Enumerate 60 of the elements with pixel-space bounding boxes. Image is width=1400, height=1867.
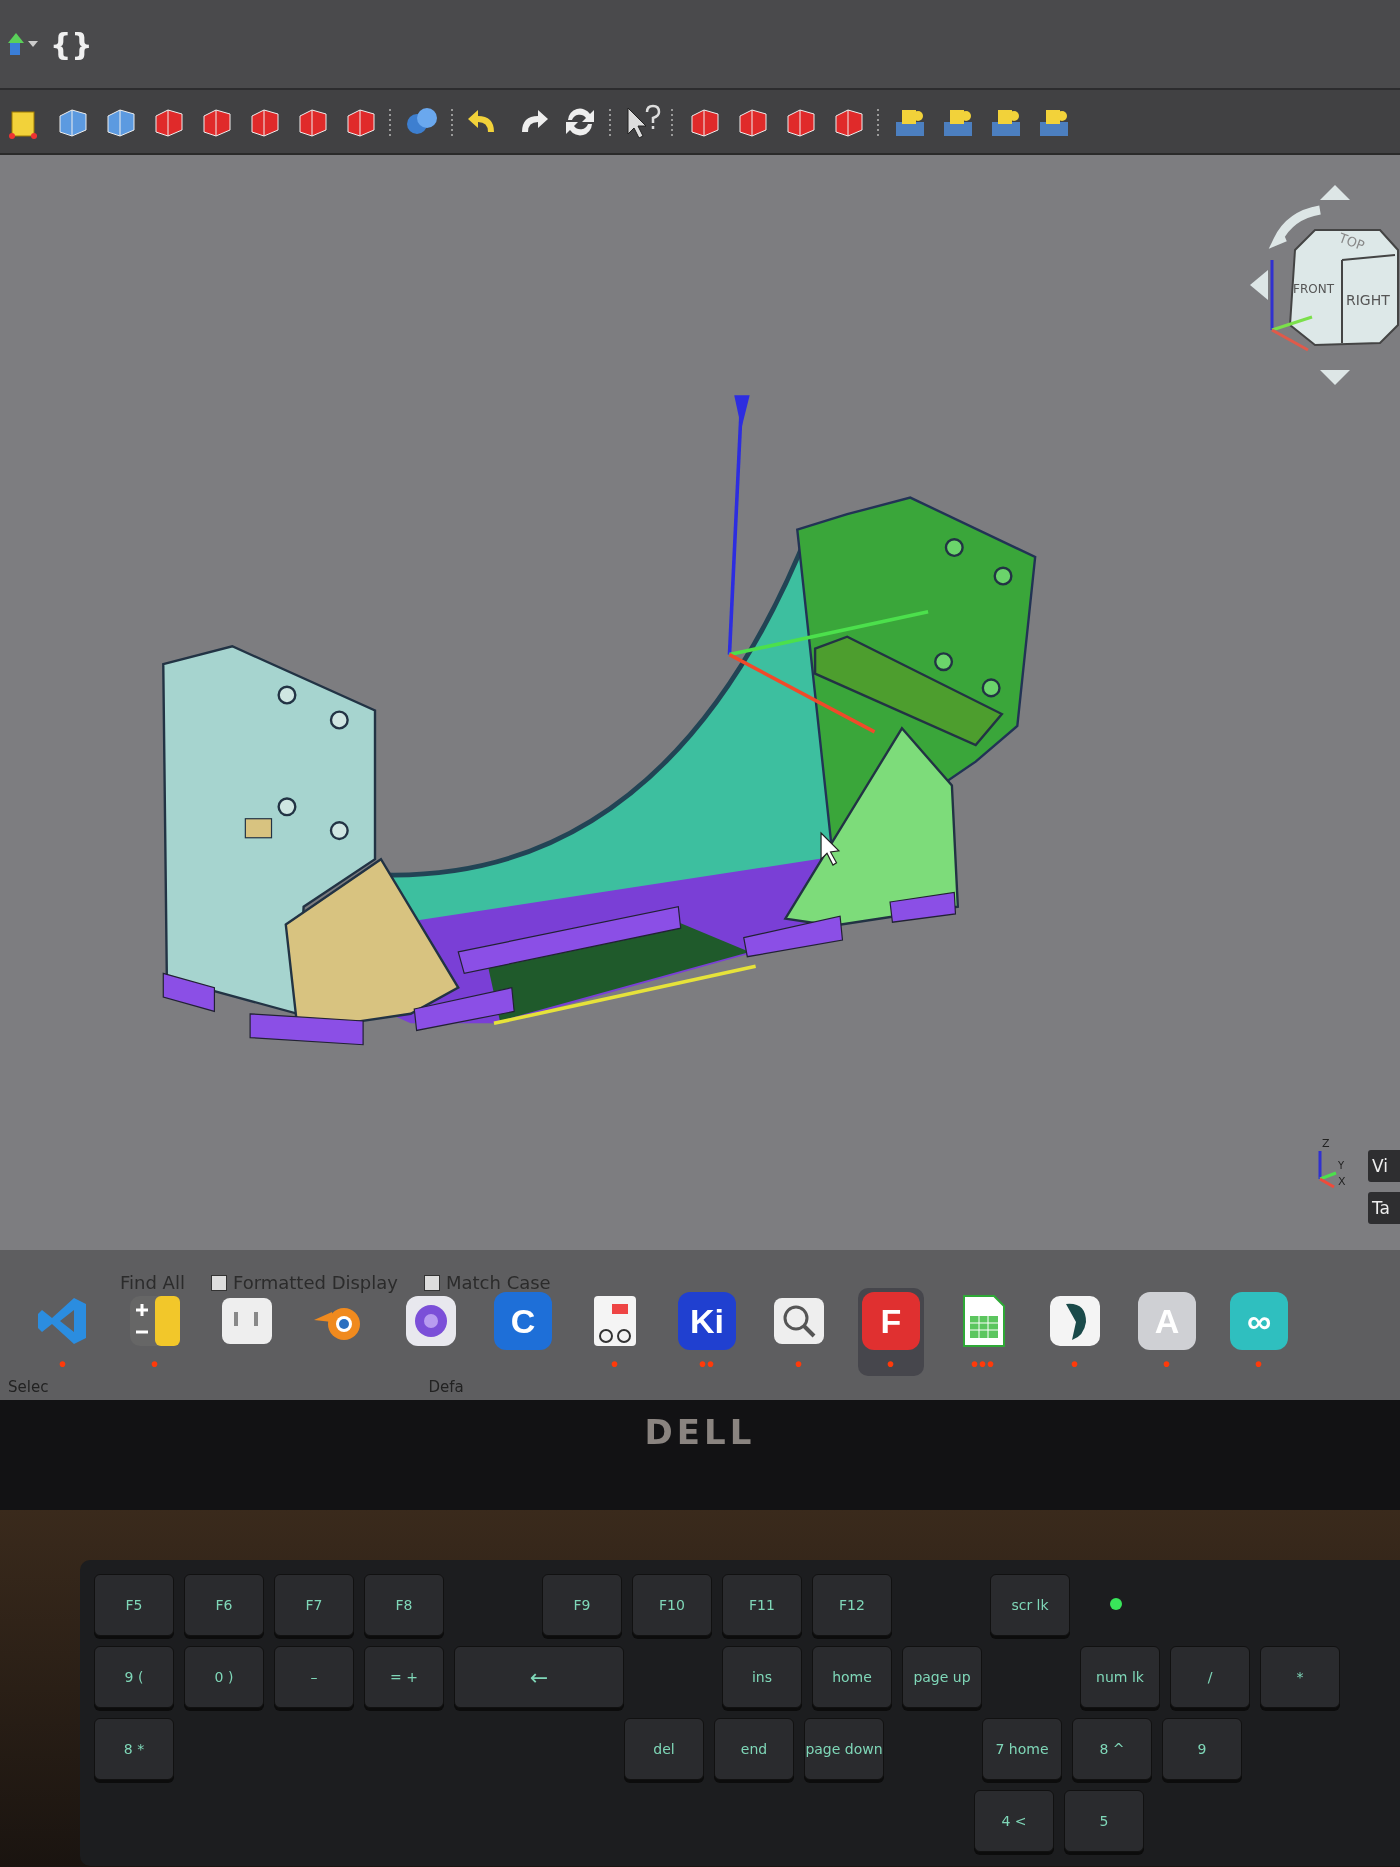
keyboard-key[interactable]: home bbox=[812, 1646, 892, 1708]
keyboard-key[interactable]: F12 bbox=[812, 1574, 892, 1636]
keyboard-key[interactable]: page up bbox=[902, 1646, 982, 1708]
running-indicator: • bbox=[1255, 1356, 1263, 1372]
keyboard-key[interactable]: 9 ( bbox=[94, 1646, 174, 1708]
keyboard-key[interactable]: F10 bbox=[632, 1574, 712, 1636]
panel-label: Selec bbox=[8, 1378, 49, 1396]
keyboard-key[interactable]: 7 home bbox=[982, 1718, 1062, 1780]
running-indicator: • bbox=[887, 1356, 895, 1372]
app-logo-text: F bbox=[862, 1292, 920, 1350]
running-indicator: ••• bbox=[971, 1356, 995, 1372]
keyboard-key[interactable]: ins bbox=[722, 1646, 802, 1708]
keyboard-key[interactable]: F7 bbox=[274, 1574, 354, 1636]
keyboard-key[interactable]: F11 bbox=[722, 1574, 802, 1636]
keyboard-key[interactable]: del bbox=[624, 1718, 704, 1780]
running-indicator: • bbox=[1163, 1356, 1171, 1372]
keyboard-key[interactable]: * bbox=[1260, 1646, 1340, 1708]
axis-indicator-drawing: Z Y X bbox=[1310, 1135, 1360, 1195]
keyboard-key[interactable]: 0 ) bbox=[184, 1646, 264, 1708]
running-indicator: • bbox=[611, 1356, 619, 1372]
monitor-brand-logo: DELL bbox=[644, 1412, 756, 1452]
keyboard-key[interactable]: page down bbox=[804, 1718, 884, 1780]
panel-label: Defa bbox=[428, 1378, 464, 1396]
running-indicator: •• bbox=[699, 1356, 715, 1372]
keyboard-key[interactable]: F8 bbox=[364, 1574, 444, 1636]
running-indicator: • bbox=[795, 1356, 803, 1372]
keyboard-key[interactable]: ← bbox=[454, 1646, 624, 1708]
app-logo-text: C bbox=[494, 1292, 552, 1350]
running-indicator: • bbox=[59, 1356, 67, 1372]
running-indicator: • bbox=[1071, 1356, 1079, 1372]
app-logo-text: Ki bbox=[678, 1292, 736, 1350]
keyboard-key[interactable]: F5 bbox=[94, 1574, 174, 1636]
keyboard-key[interactable]: end bbox=[714, 1718, 794, 1780]
toolbar-grip-icon bbox=[608, 106, 614, 137]
keyboard-key[interactable]: 5 bbox=[1064, 1790, 1144, 1852]
toolbar-grip-icon bbox=[450, 106, 456, 137]
keyboard-key[interactable]: 8 * bbox=[94, 1718, 174, 1780]
navigation-cube-drawing[interactable]: TOP FRONT RIGHT bbox=[1240, 165, 1400, 395]
keyboard-key[interactable]: F9 bbox=[542, 1574, 622, 1636]
app-logo-text: ∞ bbox=[1230, 1292, 1288, 1350]
keyboard-key[interactable]: = + bbox=[364, 1646, 444, 1708]
dock-app[interactable]: F • bbox=[858, 1288, 924, 1376]
keyboard-key[interactable]: num lk bbox=[1080, 1646, 1160, 1708]
keyboard-key[interactable]: – bbox=[274, 1646, 354, 1708]
running-indicator: • bbox=[151, 1356, 159, 1372]
keyboard-key[interactable]: scr lk bbox=[990, 1574, 1070, 1636]
braces-label[interactable]: {} bbox=[50, 26, 93, 62]
status-light-icon bbox=[1110, 1598, 1122, 1610]
dock-app[interactable]: C bbox=[490, 1288, 556, 1376]
keyboard-key[interactable]: F6 bbox=[184, 1574, 264, 1636]
panel-tab[interactable]: Ta bbox=[1368, 1192, 1400, 1224]
toolbar-grip-icon bbox=[670, 106, 676, 137]
keyboard-key[interactable]: 4 < bbox=[974, 1790, 1054, 1852]
dock-app[interactable]: Ki •• bbox=[674, 1288, 740, 1376]
keyboard-key[interactable]: 9 bbox=[1162, 1718, 1242, 1780]
keyboard-key[interactable]: / bbox=[1170, 1646, 1250, 1708]
keyboard-key[interactable]: 8 ^ bbox=[1072, 1718, 1152, 1780]
toolbar-grip-icon bbox=[876, 106, 882, 137]
toolbar-grip-icon bbox=[388, 106, 394, 137]
panel-tab[interactable]: Vi bbox=[1368, 1150, 1400, 1182]
